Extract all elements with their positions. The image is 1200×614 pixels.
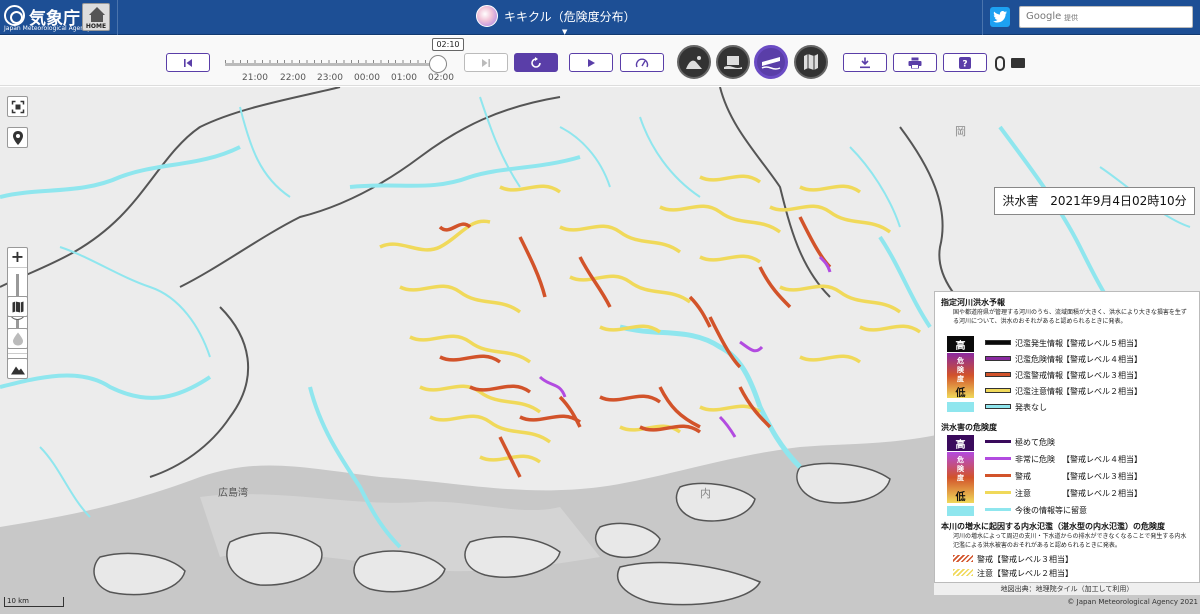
print-icon — [908, 57, 922, 68]
risk-scale-top: 高 — [947, 336, 974, 352]
rain-layer-button[interactable] — [7, 328, 28, 349]
refresh-icon — [531, 56, 541, 68]
map-icon — [12, 301, 23, 312]
download-icon — [860, 57, 870, 68]
mountain-icon — [10, 366, 25, 374]
locate-button[interactable] — [7, 127, 28, 148]
terrain-button[interactable] — [7, 358, 28, 379]
legend-note: 国や都道府県が管理する河川のうち、流域面積が大きく、洪水により大きな損害を生ずる… — [953, 309, 1187, 325]
status-datetime: 2021年9月4日02時10分 — [1050, 194, 1187, 208]
legend-section-title: 本川の増水に起因する内水氾濫（湛水型の内水氾濫）の危険度 — [941, 522, 1165, 531]
place-label: 内 — [700, 487, 711, 500]
timeline-slider[interactable] — [225, 63, 447, 66]
jma-emblem-icon — [4, 5, 25, 26]
print-button[interactable] — [893, 53, 937, 72]
risk-scale-none — [947, 402, 974, 412]
search-brand: Google — [1026, 11, 1062, 22]
copyright: © Japan Meteorological Agency 2021 — [1067, 598, 1198, 606]
status-title: 洪水害 — [1002, 194, 1039, 208]
twitter-icon — [993, 11, 1007, 23]
timeline-tick-label: 01:00 — [391, 73, 417, 83]
mouse-icon[interactable] — [995, 56, 1005, 71]
timeline-tick-label: 21:00 — [242, 73, 268, 83]
header-divider — [982, 0, 983, 35]
keyboard-icon[interactable] — [1011, 58, 1025, 68]
time-toolbar: 02:10 21:00 22:00 23:00 00:00 01:00 02:0… — [0, 36, 1200, 86]
inundation-icon — [724, 56, 742, 69]
location-pin-icon — [12, 130, 23, 145]
speedometer-icon — [635, 58, 649, 67]
help-button[interactable]: ? — [943, 53, 987, 72]
flood-icon — [761, 57, 781, 70]
speed-button[interactable] — [620, 53, 664, 72]
risk-scale-top: 高 — [947, 435, 974, 451]
scale-bar: 10 km — [4, 597, 64, 607]
timeline-handle[interactable] — [429, 55, 448, 73]
agency-name-en: Japan Meteorological Agency — [4, 25, 91, 32]
current-time-label: 02:10 — [432, 38, 464, 51]
status-box: 洪水害 2021年9月4日02時10分 — [994, 187, 1195, 215]
help-icon: ? — [959, 56, 971, 69]
home-label: HOME — [85, 23, 107, 30]
site-search-input[interactable]: Google 提供 — [1019, 6, 1193, 28]
app-root: 気象庁 Japan Meteorological Agency HOME キキク… — [0, 0, 1200, 614]
timeline-tick-label: 23:00 — [317, 73, 343, 83]
timeline-tick-label: 02:00 — [428, 73, 454, 83]
caret-down-icon: ▼ — [562, 28, 568, 36]
raindrop-icon — [12, 332, 23, 345]
layer-inundation-button[interactable] — [716, 45, 750, 79]
refresh-button[interactable] — [514, 53, 558, 72]
fullscreen-icon — [11, 100, 24, 113]
legend-section-title: 指定河川洪水予報 — [941, 298, 1005, 307]
download-button[interactable] — [843, 53, 887, 72]
map-credit[interactable]: 地図出典：地理院タイル（加工して利用） — [934, 583, 1200, 595]
header-divider — [117, 0, 118, 35]
landslide-icon — [686, 56, 702, 69]
header-bar: 気象庁 Japan Meteorological Agency HOME キキク… — [0, 0, 1200, 36]
basemap-button[interactable] — [7, 296, 28, 317]
search-placeholder: 提供 — [1064, 14, 1078, 22]
home-icon — [89, 7, 105, 15]
last-frame-button[interactable] — [464, 53, 508, 72]
product-title: キキクル（危険度分布） — [504, 10, 636, 24]
skip-back-icon — [184, 58, 192, 67]
timeline-tick-label: 00:00 — [354, 73, 380, 83]
map-icon — [804, 54, 818, 70]
risk-scale-gradient: 危険度 低 — [947, 353, 974, 399]
svg-text:?: ? — [962, 59, 967, 69]
risk-scale-gradient: 危険度 低 — [947, 452, 974, 503]
twitter-button[interactable] — [990, 7, 1010, 27]
layer-map-button[interactable] — [794, 45, 828, 79]
layer-flood-button[interactable] — [754, 45, 788, 79]
legend-panel: 指定河川洪水予報 国や都道府県が管理する河川のうち、流域面積が大きく、洪水により… — [934, 291, 1200, 583]
zoom-in-button[interactable]: + — [8, 248, 27, 268]
map-view[interactable]: 広島湾 内 塩飽 岡 + − 洪水害 2021年9月4日02時10分 — [0, 87, 1200, 614]
place-label-bay: 広島湾 — [218, 488, 248, 499]
fullscreen-button[interactable] — [7, 96, 28, 117]
place-label: 岡 — [955, 125, 966, 138]
layer-landslide-button[interactable] — [677, 45, 711, 79]
risk-scale-none — [947, 506, 974, 516]
play-button[interactable] — [569, 53, 613, 72]
legend-note: 河川の増水によって周辺の支川・下水道からの排水ができなくなることで発生する内水氾… — [953, 533, 1187, 549]
timeline-tick-label: 22:00 — [280, 73, 306, 83]
jma-logo[interactable]: 気象庁 Japan Meteorological Agency — [4, 2, 91, 33]
kikikuru-icon — [476, 5, 498, 27]
play-icon — [588, 58, 595, 67]
home-button[interactable]: HOME — [82, 3, 110, 31]
skip-forward-icon — [482, 58, 490, 67]
first-frame-button[interactable] — [166, 53, 210, 72]
legend-section-title: 洪水害の危険度 — [941, 423, 997, 432]
